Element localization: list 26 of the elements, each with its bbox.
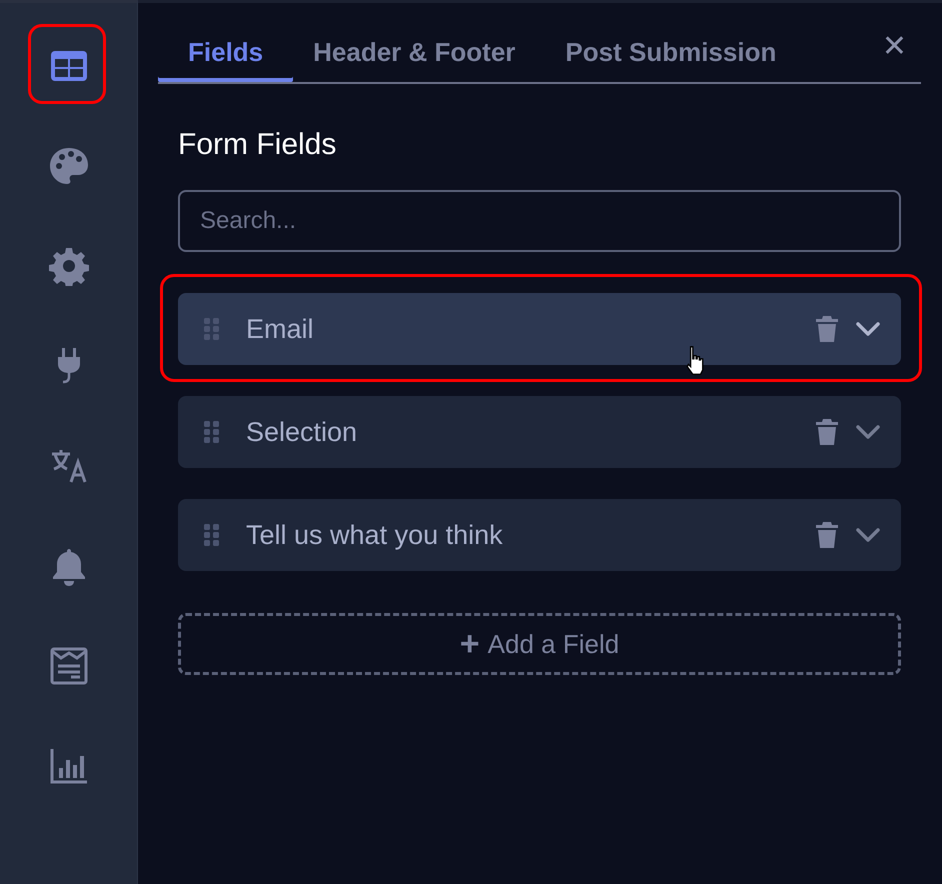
trash-icon[interactable] (815, 418, 839, 446)
field-label: Email (246, 314, 315, 344)
drag-handle-icon[interactable] (204, 318, 220, 340)
form-icon[interactable] (48, 646, 88, 686)
add-field-button[interactable]: + Add a Field (178, 613, 901, 675)
tab[interactable]: Fields (158, 31, 294, 82)
bar-chart-icon[interactable] (48, 746, 88, 786)
chevron-down-icon[interactable] (855, 527, 881, 543)
field-label: Tell us what you think (246, 520, 504, 550)
tab[interactable]: Post Submission (565, 31, 776, 82)
chevron-down-icon[interactable] (855, 424, 881, 440)
tab[interactable]: Header & Footer (313, 31, 516, 82)
palette-icon[interactable] (48, 146, 88, 186)
field-row[interactable]: Tell us what you think (178, 499, 901, 571)
panel-title: Form Fields (178, 128, 338, 162)
drag-handle-icon[interactable] (204, 524, 220, 546)
chevron-down-icon[interactable] (855, 321, 881, 337)
settings-icon[interactable] (48, 246, 88, 286)
trash-icon[interactable] (815, 315, 839, 343)
field-label: Selection (246, 416, 358, 448)
field-row[interactable]: Selection (178, 396, 901, 468)
hand-cursor-icon (684, 345, 706, 375)
search-field[interactable]: Search... (178, 190, 901, 252)
trash-icon[interactable] (815, 521, 839, 549)
drag-handle-icon[interactable] (204, 421, 220, 443)
close-button[interactable]: ✕ (882, 29, 907, 65)
